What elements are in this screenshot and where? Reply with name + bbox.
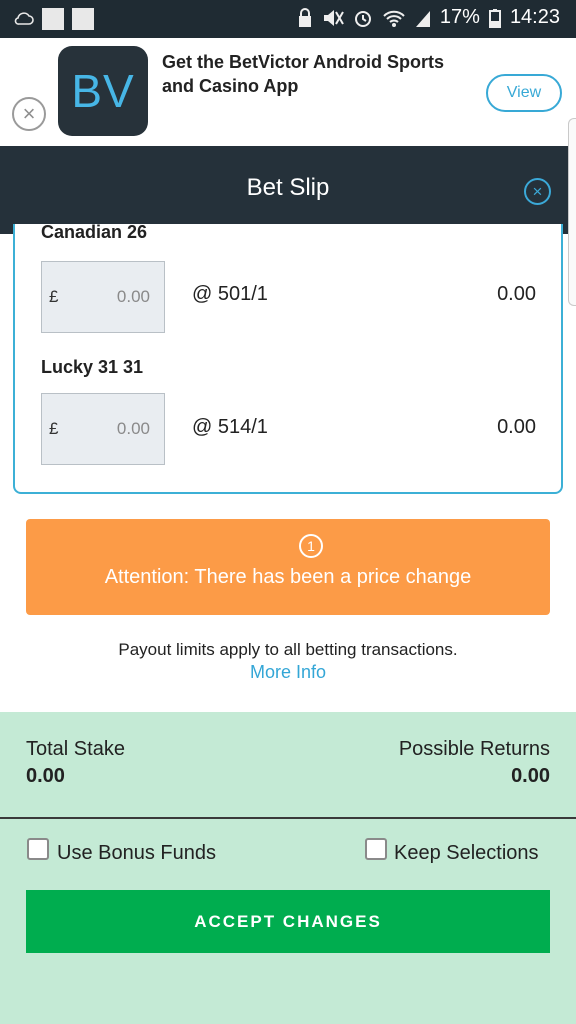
status-bar: 17% 14:23 [0,0,576,38]
stake-placeholder: 0.00 [116,287,150,306]
cloud-sync-icon [14,12,34,25]
close-icon[interactable]: × [12,97,46,131]
bet-slip-header: Bet Slip × [0,146,576,234]
status-right: 17% 14:23 [297,6,560,29]
stake-input[interactable]: £ 0.00 [41,393,165,465]
scrollbar[interactable] [568,118,576,306]
info-icon: 1 [299,534,323,558]
bet-list: Canadian 26 £ 0.00 @ 501/1 0.00 Lucky 31… [13,224,563,494]
view-button[interactable]: View [486,74,562,112]
banner-title: Get the BetVictor Android Sports and Cas… [162,52,445,96]
battery-percent: 17% [439,6,480,28]
accept-changes-button[interactable]: ACCEPT CHANGES [26,890,550,953]
wifi-icon [383,10,405,27]
mute-icon [323,9,344,26]
total-stake-label: Total Stake [26,738,125,760]
more-info-link[interactable]: More Info [0,662,576,683]
notification-icon [42,8,64,30]
keep-selections-checkbox[interactable] [365,838,387,860]
clock: 14:23 [509,6,560,28]
bet-name: Lucky 31 31 [41,357,144,377]
status-left [14,8,94,30]
stake-input[interactable]: £ 0.00 [41,261,165,333]
bonus-funds-label[interactable]: Use Bonus Funds [57,842,216,865]
possible-returns-label: Possible Returns [398,738,550,760]
bet-returns: 0.00 [497,283,536,305]
bet-returns: 0.00 [497,416,536,438]
bet-summary-footer: Total Stake 0.00 Possible Returns 0.00 U… [0,712,576,1024]
possible-returns-value: 0.00 [511,765,550,787]
bet-odds: @ 501/1 [192,283,268,305]
close-icon[interactable]: × [524,178,551,205]
page-title: Bet Slip [246,174,330,201]
alarm-icon [354,10,371,27]
currency-symbol: £ [49,287,59,306]
divider [0,817,576,819]
total-stake-value: 0.00 [26,765,65,787]
payout-notice: Payout limits apply to all betting trans… [118,640,458,659]
currency-symbol: £ [49,419,59,438]
lock-icon [298,7,311,27]
alert-message: Attention: There has been a price change [104,566,472,588]
bet-name: Canadian 26 [41,224,148,242]
app-install-banner: × BV Get the BetVictor Android Sports an… [0,38,576,146]
notification-icon [72,8,94,30]
bonus-funds-checkbox[interactable] [27,838,49,860]
stake-placeholder: 0.00 [116,419,150,438]
keep-selections-label[interactable]: Keep Selections [394,842,539,865]
betvictor-logo: BV [58,46,148,136]
price-change-alert: 1 Attention: There has been a price chan… [26,519,550,615]
signal-icon [415,10,430,27]
bet-odds: @ 514/1 [192,416,268,438]
battery-icon [488,8,501,28]
